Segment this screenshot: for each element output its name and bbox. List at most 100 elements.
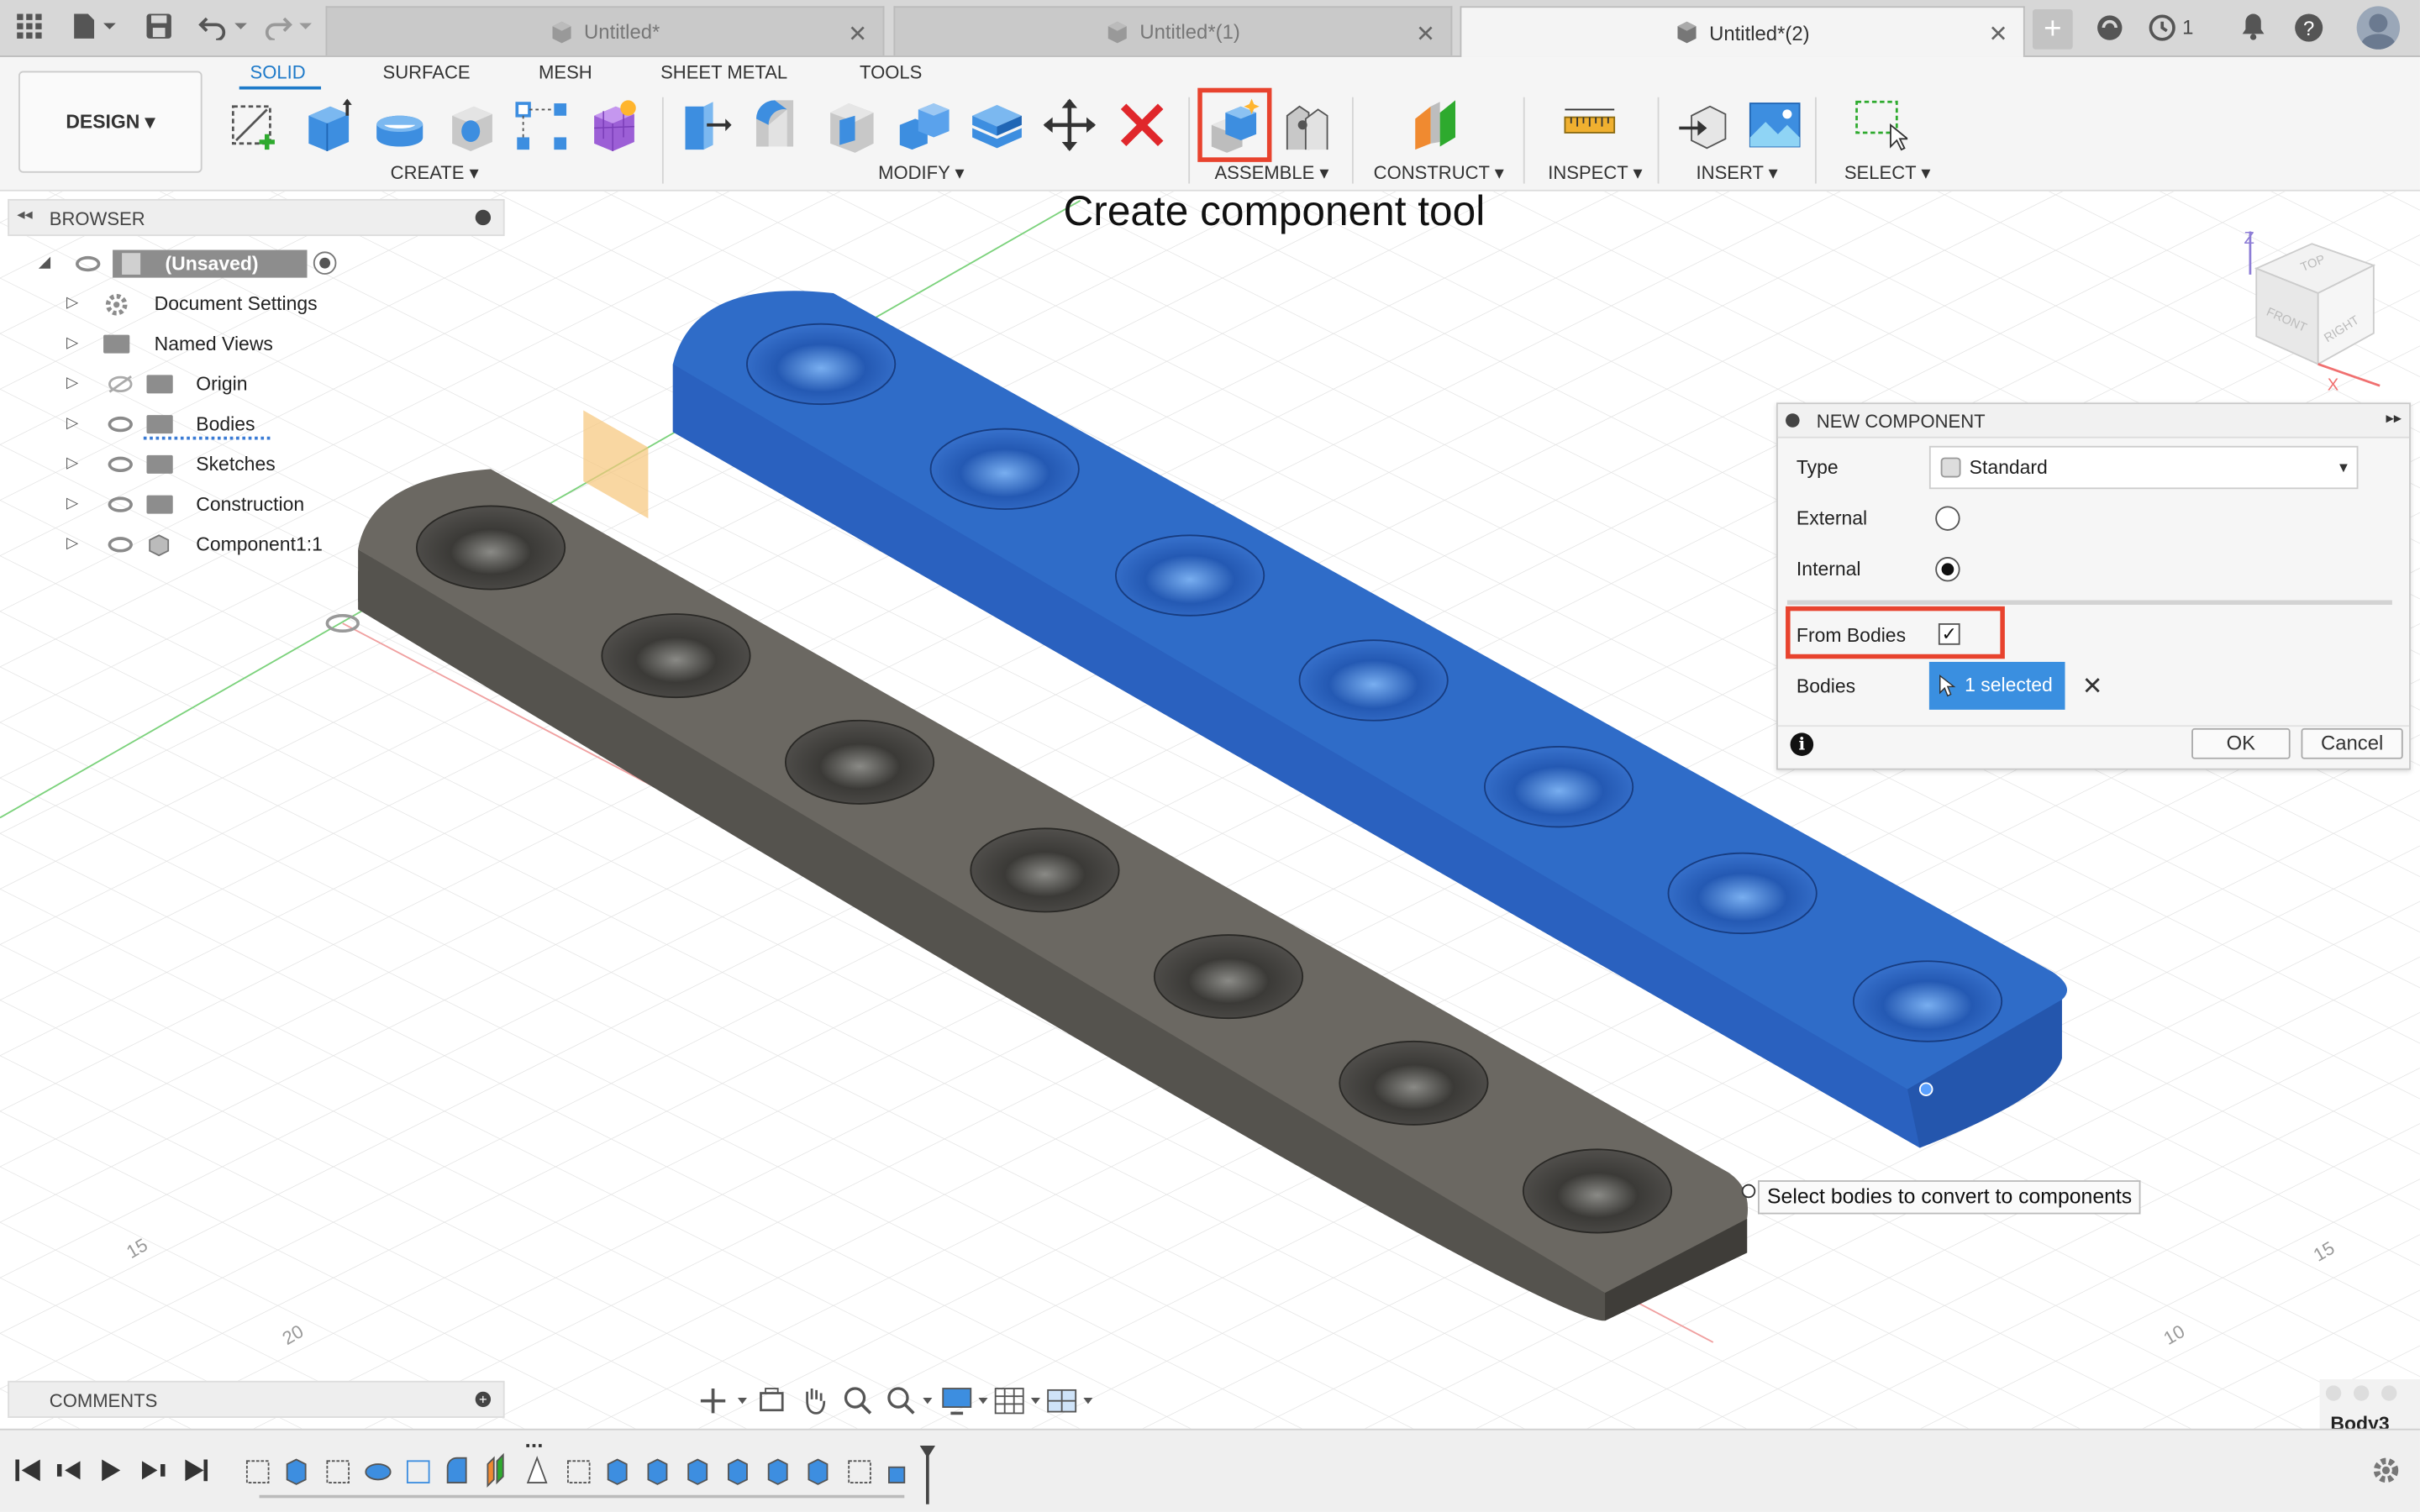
viewports-icon[interactable]: [1046, 1385, 1096, 1416]
expand-arrow-icon[interactable]: ▷: [66, 287, 78, 321]
tab-tools[interactable]: TOOLS: [860, 61, 922, 83]
close-tab-icon[interactable]: ✕: [848, 20, 867, 48]
file-menu-icon[interactable]: [68, 13, 120, 44]
tab-sheet-metal[interactable]: SHEET METAL: [660, 61, 787, 83]
insert-derive-icon[interactable]: [1676, 97, 1732, 153]
collapse-arrow-icon[interactable]: ◢: [39, 247, 50, 281]
select-menu[interactable]: SELECT ▾: [1844, 162, 1931, 184]
add-comment-icon[interactable]: +: [475, 1391, 492, 1408]
expand-dialog-icon[interactable]: ▸▸: [2386, 411, 2402, 428]
pattern-icon[interactable]: [514, 97, 570, 153]
pan-hand-icon[interactable]: [799, 1385, 830, 1416]
go-to-end-icon[interactable]: [185, 1459, 208, 1482]
create-sketch-icon[interactable]: [227, 97, 282, 153]
delete-icon[interactable]: [1114, 97, 1170, 153]
bodies-selection-button[interactable]: 1 selected: [1928, 661, 2065, 710]
tree-item-named-views[interactable]: ▷ Named Views: [66, 327, 375, 360]
visibility-eye-icon[interactable]: [108, 456, 133, 473]
expand-arrow-icon[interactable]: ▷: [66, 448, 78, 481]
expand-arrow-icon[interactable]: ▷: [66, 528, 78, 561]
tab-mesh[interactable]: MESH: [539, 61, 592, 83]
create-menu[interactable]: CREATE ▾: [391, 162, 479, 184]
view-cube[interactable]: Z X TOP FRONT RIGHT: [2235, 225, 2405, 395]
tree-item-construction[interactable]: ▷ Construction: [66, 487, 375, 521]
press-pull-icon[interactable]: [679, 97, 734, 153]
revolve-icon[interactable]: [372, 97, 428, 153]
zoom-window-icon[interactable]: [886, 1385, 935, 1416]
look-at-icon[interactable]: [756, 1385, 787, 1416]
job-status[interactable]: 1: [2149, 13, 2210, 44]
tree-item-sketches[interactable]: ▷ Sketches: [66, 448, 375, 481]
panel-options-icon[interactable]: [475, 209, 492, 226]
workspace-switcher-button[interactable]: DESIGN ▾: [18, 71, 203, 173]
activate-radio-icon[interactable]: [313, 251, 337, 275]
document-tab-2[interactable]: Untitled*(1) ✕: [893, 6, 1453, 56]
close-tab-icon[interactable]: ✕: [1988, 20, 2007, 48]
expand-arrow-icon[interactable]: ▷: [66, 407, 78, 441]
offset-faces-icon[interactable]: [969, 97, 1024, 153]
assemble-menu[interactable]: ASSEMBLE ▾: [1214, 162, 1328, 184]
ok-button[interactable]: OK: [2191, 727, 2291, 759]
combine-icon[interactable]: [897, 97, 952, 153]
redo-icon[interactable]: [262, 13, 314, 44]
move-copy-icon[interactable]: [1042, 97, 1097, 153]
tree-item-bodies[interactable]: ▷ Bodies: [66, 407, 375, 441]
tab-surface[interactable]: SURFACE: [383, 61, 471, 83]
hidden-eye-icon[interactable]: [107, 375, 134, 393]
create-form-icon[interactable]: [587, 97, 642, 153]
display-settings-icon[interactable]: [941, 1385, 991, 1416]
window-select-icon[interactable]: [1852, 97, 1908, 153]
collapse-panel-icon[interactable]: ◂◂: [17, 207, 32, 223]
joint-icon[interactable]: [1278, 97, 1334, 153]
new-tab-plus-icon[interactable]: +: [2032, 9, 2073, 50]
modify-menu[interactable]: MODIFY ▾: [878, 162, 965, 184]
document-tab-3[interactable]: Untitled*(2) ✕: [1460, 6, 2025, 57]
extensions-icon[interactable]: [2093, 13, 2127, 44]
clear-selection-icon[interactable]: ✕: [2082, 671, 2103, 702]
grid-settings-icon[interactable]: [994, 1385, 1044, 1416]
expand-arrow-icon[interactable]: ▷: [66, 327, 78, 360]
measure-icon[interactable]: [1562, 97, 1618, 153]
close-tab-icon[interactable]: ✕: [1416, 20, 1435, 48]
external-radio[interactable]: [1935, 506, 1960, 531]
type-select[interactable]: Standard ▼: [1928, 445, 2359, 490]
visibility-eye-icon[interactable]: [108, 537, 133, 553]
extrude-icon[interactable]: [301, 97, 356, 153]
expand-arrow-icon[interactable]: ▷: [66, 367, 78, 401]
step-back-icon[interactable]: [56, 1461, 81, 1480]
go-to-start-icon[interactable]: [15, 1459, 40, 1482]
offset-plane-icon[interactable]: [1409, 97, 1465, 153]
shell-icon[interactable]: [824, 97, 880, 153]
tab-solid[interactable]: SOLID: [250, 61, 306, 83]
insert-menu[interactable]: INSERT ▾: [1697, 162, 1778, 184]
zoom-icon[interactable]: [843, 1385, 874, 1416]
document-tab-1[interactable]: Untitled* ✕: [325, 6, 885, 56]
timeline-settings-gear-icon[interactable]: [2370, 1455, 2402, 1486]
undo-icon[interactable]: [197, 13, 250, 44]
canvas-image-icon[interactable]: [1747, 97, 1802, 153]
info-icon[interactable]: i: [1790, 732, 1814, 756]
dialog-options-icon[interactable]: [1786, 413, 1800, 428]
from-bodies-checkbox[interactable]: ✓: [1938, 623, 1960, 645]
visibility-eye-icon[interactable]: [108, 416, 133, 433]
expand-arrow-icon[interactable]: ▷: [66, 487, 78, 521]
help-icon[interactable]: ?: [2291, 13, 2325, 44]
cancel-button[interactable]: Cancel: [2301, 727, 2403, 759]
construct-menu[interactable]: CONSTRUCT ▾: [1374, 162, 1504, 184]
timeline-features[interactable]: [241, 1442, 951, 1507]
notification-bell-icon[interactable]: [2236, 13, 2270, 44]
visibility-eye-icon[interactable]: [108, 496, 133, 512]
step-forward-icon[interactable]: [141, 1461, 166, 1480]
internal-radio[interactable]: [1935, 557, 1960, 582]
user-avatar[interactable]: [2356, 6, 2401, 50]
apps-grid-icon[interactable]: [13, 13, 46, 44]
tree-item-origin[interactable]: ▷ Origin: [66, 367, 375, 401]
tree-root-row[interactable]: ◢ (Unsaved): [39, 247, 337, 281]
inspect-menu[interactable]: INSPECT ▾: [1548, 162, 1642, 184]
tree-item-component1[interactable]: ▷ Component1:1: [66, 528, 375, 561]
fillet-icon[interactable]: [751, 97, 807, 153]
visibility-eye-icon[interactable]: [75, 255, 101, 272]
new-component-icon[interactable]: [1207, 97, 1262, 153]
play-icon[interactable]: [102, 1459, 121, 1482]
save-icon[interactable]: [142, 13, 176, 44]
